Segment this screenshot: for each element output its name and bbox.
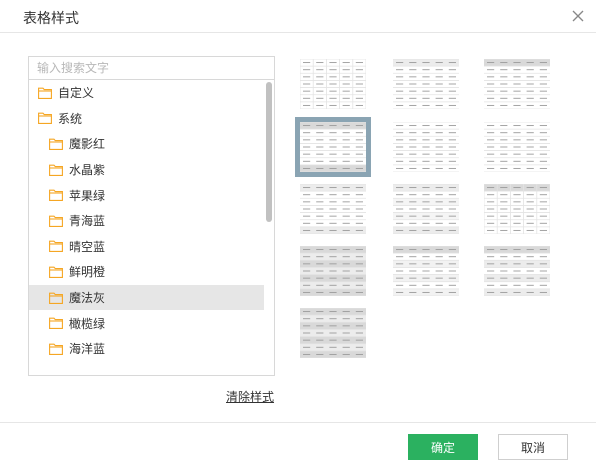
tree-item[interactable]: 海洋蓝 [29,336,265,362]
folder-icon [38,112,52,125]
style-thumbnail[interactable] [295,117,371,177]
tree-item[interactable]: 自定义 [29,80,265,106]
ok-button[interactable]: 确定 [408,434,478,460]
cancel-button[interactable]: 取消 [498,434,568,460]
style-thumbnail[interactable] [484,59,550,109]
style-thumbnail[interactable] [393,59,459,109]
tree-item[interactable]: 系统 [29,106,265,132]
folder-icon [49,266,63,278]
tree-item[interactable]: 魔影红 [29,131,265,157]
tree-item[interactable]: 魔法灰 [29,284,265,311]
style-thumbnail[interactable] [300,308,366,358]
tree-item-label: 海洋蓝 [69,342,106,357]
clear-style-link[interactable]: 清除样式 [226,388,274,405]
folder-icon [49,164,63,176]
style-tree: 自定义系统魔影红水晶紫苹果绿青海蓝晴空蓝鲜明橙魔法灰橄榄绿海洋蓝 [28,79,275,376]
tree-item-label: 魔法灰 [69,291,106,306]
style-thumbnail[interactable] [393,246,459,296]
folder-icon [38,87,52,99]
tree-item-label: 橄榄绿 [69,316,106,331]
style-tree-list: 自定义系统魔影红水晶紫苹果绿青海蓝晴空蓝鲜明橙魔法灰橄榄绿海洋蓝 [29,80,265,362]
folder-icon [49,292,63,304]
tree-item-label: 青海蓝 [69,214,106,229]
search-input[interactable] [29,57,274,79]
style-thumbnail[interactable] [300,59,366,109]
search-box [28,56,275,79]
folder-icon [49,138,63,150]
tree-item[interactable]: 水晶紫 [29,157,265,183]
style-thumbnail[interactable] [484,246,550,296]
tree-item[interactable]: 苹果绿 [29,182,265,208]
tree-item-label: 晴空蓝 [69,239,106,254]
tree-item[interactable]: 青海蓝 [29,208,265,234]
tree-scrollbar-thumb[interactable] [266,82,272,222]
table-style-dialog: 表格样式 自定义系统魔影红水晶紫苹果绿青海蓝晴空蓝鲜明橙魔法灰橄榄绿海洋蓝 清除… [0,0,596,470]
tree-item-label: 苹果绿 [69,188,106,203]
close-icon[interactable] [570,8,586,24]
tree-item[interactable]: 鲜明橙 [29,259,265,285]
dialog-title-bar: 表格样式 [0,0,596,33]
dialog-title: 表格样式 [23,11,79,27]
style-thumbnail[interactable] [484,122,550,172]
tree-scrollbar[interactable] [264,80,274,375]
tree-item-label: 系统 [58,111,83,126]
tree-item-label: 鲜明橙 [69,265,106,280]
style-thumbnail[interactable] [484,184,550,234]
tree-item[interactable]: 橄榄绿 [29,310,265,336]
style-thumbnail[interactable] [393,184,459,234]
tree-item-label: 魔影红 [69,137,106,152]
tree-item[interactable]: 晴空蓝 [29,234,265,260]
folder-icon [49,240,63,253]
folder-icon [49,343,63,355]
tree-item-label: 水晶紫 [69,163,106,178]
style-thumbnail[interactable] [300,184,366,234]
folder-icon [49,189,63,202]
style-thumbnail[interactable] [393,122,459,172]
folder-icon [49,215,63,227]
style-thumbnail[interactable] [300,246,366,296]
folder-icon [49,317,63,330]
tree-item-label: 自定义 [58,86,95,101]
